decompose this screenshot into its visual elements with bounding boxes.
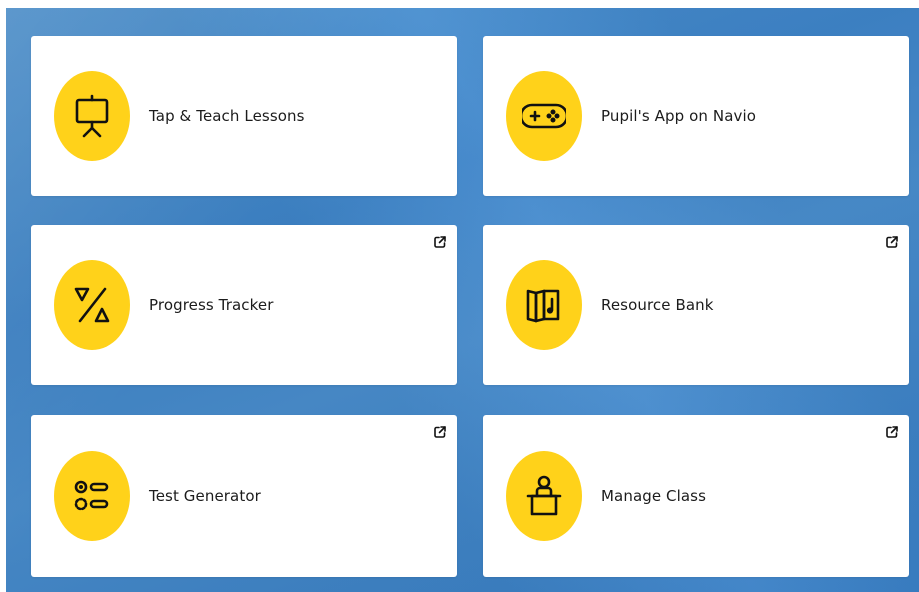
test-generator-tile[interactable]: Test Generator [31, 415, 457, 577]
external-link-icon [434, 426, 446, 438]
external-link-icon [886, 236, 898, 248]
tile-label: Manage Class [601, 487, 707, 505]
presentation-board-icon [54, 71, 130, 161]
tile-label: Pupil's App on Navio [601, 107, 757, 125]
tile-label: Progress Tracker [149, 296, 274, 314]
folded-pages-icon [506, 260, 582, 350]
gamepad-icon [506, 71, 582, 161]
pupils-app-tile[interactable]: Pupil's App on Navio [483, 36, 909, 196]
external-link-icon [886, 426, 898, 438]
tile-label: Resource Bank [601, 296, 714, 314]
triangles-icon [54, 260, 130, 350]
dashboard-background: Tap & Teach Lessons Pupil's App on Navio [6, 8, 919, 592]
tile-label: Tap & Teach Lessons [149, 107, 305, 125]
options-list-icon [54, 451, 130, 541]
tap-and-teach-lessons-tile[interactable]: Tap & Teach Lessons [31, 36, 457, 196]
teacher-desk-icon [506, 451, 582, 541]
external-link-icon [434, 236, 446, 248]
manage-class-tile[interactable]: Manage Class [483, 415, 909, 577]
progress-tracker-tile[interactable]: Progress Tracker [31, 225, 457, 385]
resource-bank-tile[interactable]: Resource Bank [483, 225, 909, 385]
tile-label: Test Generator [149, 487, 261, 505]
